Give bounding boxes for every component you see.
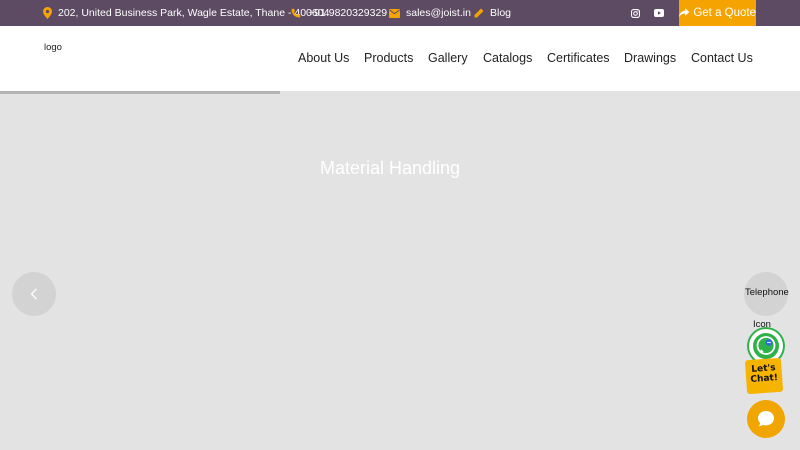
nav-item-gallery[interactable]: Gallery — [428, 51, 468, 65]
chat-bubble-icon — [758, 411, 774, 427]
envelope-icon — [389, 8, 400, 18]
main-header: logo About Us Products Gallery Catalogs … — [0, 26, 800, 91]
pencil-icon — [474, 8, 484, 17]
nav-item-certificates[interactable]: Certificates — [547, 51, 610, 65]
location-pin-icon — [43, 7, 52, 19]
blog-text[interactable]: Blog — [490, 7, 511, 19]
youtube-icon[interactable] — [654, 9, 664, 17]
share-arrow-icon — [679, 8, 690, 18]
slider-prev-button[interactable] — [12, 272, 56, 316]
lets-chat-text[interactable]: Let's Chat! — [750, 363, 778, 385]
chat-launcher-button[interactable] — [747, 400, 785, 438]
nav-item-products[interactable]: Products — [364, 51, 413, 65]
phone-icon — [291, 7, 301, 18]
email-item[interactable]: sales@joist.in — [389, 0, 471, 26]
nav-item-drawings[interactable]: Drawings — [624, 51, 676, 65]
instagram-link[interactable] — [631, 0, 640, 26]
logo[interactable]: logo — [44, 42, 62, 53]
phone-item[interactable]: +91 9820329329 — [291, 0, 387, 26]
get-quote-label[interactable]: Get a Quote — [693, 7, 756, 19]
get-quote-button[interactable]: Get a Quote — [679, 0, 756, 26]
lets-chat-sticker[interactable]: Let's Chat! — [744, 357, 784, 395]
nav-item-catalogs[interactable]: Catalogs — [483, 51, 532, 65]
whatsapp-icon — [753, 333, 779, 359]
hero-slider: Material Handling — [0, 94, 800, 450]
youtube-link[interactable] — [654, 0, 664, 26]
nav-item-about-us[interactable]: About Us — [298, 51, 349, 65]
instagram-icon[interactable] — [631, 8, 640, 18]
blog-link[interactable]: Blog — [473, 0, 511, 26]
top-info-bar: 202, United Business Park, Wagle Estate,… — [0, 0, 800, 26]
slide-title: Material Handling — [319, 158, 461, 178]
phone-text[interactable]: +91 9820329329 — [308, 7, 387, 19]
telephone-icon-alt[interactable]: Telephone — [745, 287, 789, 298]
chevron-left-icon — [30, 288, 37, 300]
address-text: 202, United Business Park, Wagle Estate,… — [58, 7, 330, 19]
email-text[interactable]: sales@joist.in — [406, 7, 471, 19]
nav-item-contact-us[interactable]: Contact Us — [691, 51, 753, 65]
address-item: 202, United Business Park, Wagle Estate,… — [43, 0, 329, 26]
